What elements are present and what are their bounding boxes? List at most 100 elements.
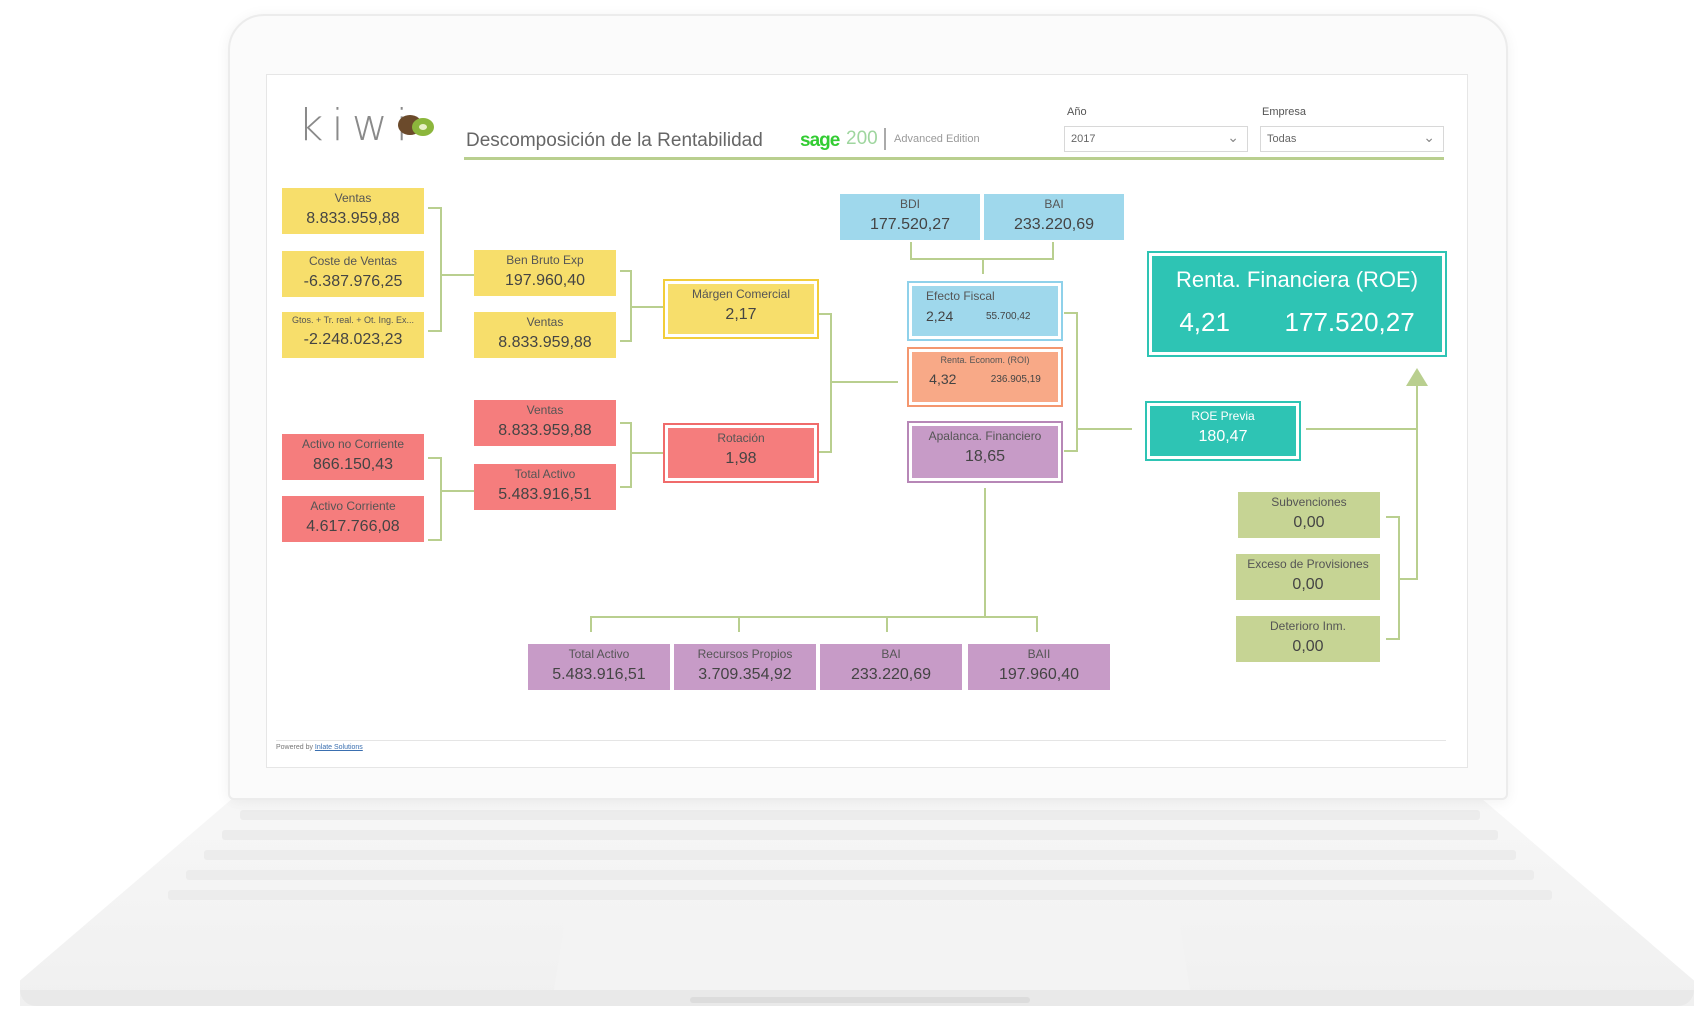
connector [1078,428,1132,430]
chevron-down-icon: ⌄ [1227,129,1239,145]
kpi-label: Apalanca. Financiero [928,429,1042,443]
kpi-label: Renta. Econom. (ROI) [940,355,1030,365]
year-select[interactable]: 2017 ⌄ [1064,126,1248,152]
sage-edition: Advanced Edition [894,133,980,145]
connector [632,452,664,454]
kpi-value: 2,17 [725,306,757,324]
kpi-activo-corriente[interactable]: Activo Corriente 4.617.766,08 [282,496,424,542]
kpi-bdi[interactable]: BDI 177.520,27 [840,194,980,240]
kpi-label: Ventas [526,403,564,417]
trackpad [554,908,1190,990]
kpi-label: Total Activo [568,647,630,661]
sage-number: 200 [846,128,878,149]
connector [818,451,832,453]
kpi-value: 4,21 [1179,307,1230,338]
kpi-label: Recursos Propios [697,647,793,661]
kpi-value: 5.483.916,51 [552,666,646,684]
kpi-label: Márgen Comercial [691,287,791,301]
kpi-margen-comercial[interactable]: Márgen Comercial 2,17 [663,279,819,339]
kpi-value: 4,32 [929,370,957,387]
connector [428,330,442,332]
kpi-ventas-3[interactable]: Ventas 8.833.959,88 [474,400,616,446]
connector [984,488,986,618]
kpi-efecto-fiscal[interactable]: Efecto Fiscal 2,24 55.700,42 [907,281,1063,341]
kpi-label: Gtos. + Tr. real. + Ot. Ing. Ex... [291,315,415,325]
kpi-label: Exceso de Provisiones [1247,557,1369,571]
kpi-bai-bottom[interactable]: BAI 233.220,69 [820,644,962,690]
connector [442,274,474,276]
kpi-ventas[interactable]: Ventas 8.833.959,88 [282,188,424,234]
connector [832,381,898,383]
kpi-total-activo-2[interactable]: Total Activo 5.483.916,51 [528,644,670,690]
connector [1036,616,1038,632]
connector [590,616,1038,618]
kpi-total-activo[interactable]: Total Activo 5.483.916,51 [474,464,616,510]
keyboard-row [168,890,1552,900]
connector [982,258,984,274]
laptop-notch [690,997,1030,1003]
kpi-value: 180,47 [1198,428,1248,446]
connector [1076,312,1078,452]
kpi-renta-econom[interactable]: Renta. Econom. (ROI) 4,32 236.905,19 [907,347,1063,407]
connector [428,539,442,541]
page-title: Descomposición de la Rentabilidad [466,130,763,151]
kpi-value: 177.520,27 [869,216,951,234]
connector [886,616,888,632]
company-label: Empresa [1262,106,1307,118]
kpi-value: 4.617.766,08 [306,518,400,536]
kpi-value: 233.220,69 [850,666,932,684]
keyboard-row [186,870,1534,880]
kpi-baii[interactable]: BAII 197.960,40 [968,644,1110,690]
stage: kiwi Descomposición de la Rentabilidad s… [0,0,1694,1011]
kpi-roe-previa[interactable]: ROE Previa 180,47 [1145,401,1301,461]
kpi-value: 5.483.916,51 [498,486,592,504]
kpi-apalancamiento[interactable]: Apalanca. Financiero 18,65 [907,421,1063,483]
connector [440,457,442,541]
kpi-ben-bruto[interactable]: Ben Bruto Exp 197.960,40 [474,250,616,296]
kpi-values: 4,32 236.905,19 [912,370,1058,387]
kpi-label: ROE Previa [1191,409,1255,423]
kpi-recursos-propios[interactable]: Recursos Propios 3.709.354,92 [674,644,816,690]
year-value: 2017 [1071,133,1096,145]
connector [620,486,632,488]
kpi-label: Activo Corriente [310,499,396,513]
kpi-value-2: 177.520,27 [1284,307,1415,338]
kpi-value: 233.220,69 [1013,216,1095,234]
kpi-value-2: 55.700,42 [986,311,1031,323]
kpi-exceso-provisiones[interactable]: Exceso de Provisiones 0,00 [1236,554,1380,600]
kiwi-fruit-icon [398,115,434,136]
company-value: Todas [1267,133,1297,145]
kpi-roe[interactable]: Renta. Financiera (ROE) 4,21 177.520,27 [1147,251,1447,357]
arrow-up-icon [1406,368,1428,386]
kpi-value: 18,65 [964,448,1006,466]
kpi-ventas-2[interactable]: Ventas 8.833.959,88 [474,312,616,358]
kpi-label: Deterioro Inm. [1269,619,1347,633]
sage-logo: sage [800,130,840,151]
kpi-value: 0,00 [1292,576,1324,594]
kpi-value: 3.709.354,92 [698,666,792,684]
kpi-value: 8.833.959,88 [498,422,592,440]
kpi-label: Total Activo [514,467,576,481]
connector [1416,380,1418,580]
connector [440,207,442,332]
kpi-label: Ventas [334,191,372,205]
kpi-coste-ventas[interactable]: Coste de Ventas -6.387.976,25 [282,251,424,297]
year-label: Año [1067,106,1087,118]
company-select[interactable]: Todas ⌄ [1260,126,1444,152]
connector [442,490,474,492]
kpi-gastos[interactable]: Gtos. + Tr. real. + Ot. Ing. Ex... -2.24… [282,312,424,358]
kpi-deterioro[interactable]: Deterioro Inm. 0,00 [1236,616,1380,662]
kpi-values: 2,24 55.700,42 [926,308,1058,324]
kpi-bai-top[interactable]: BAI 233.220,69 [984,194,1124,240]
connector [1400,578,1418,580]
footer-link[interactable]: Inlate Solutions [315,744,363,751]
kpi-activo-no-corriente[interactable]: Activo no Corriente 866.150,43 [282,434,424,480]
footer-text: Powered by [276,744,313,751]
connector [632,306,664,308]
connector [1064,450,1078,452]
kpi-label: Coste de Ventas [308,254,398,268]
keyboard-row [240,810,1480,820]
kpi-value-2: 236.905,19 [990,373,1041,385]
kpi-rotacion[interactable]: Rotación 1,98 [663,423,819,483]
kpi-subvenciones[interactable]: Subvenciones 0,00 [1238,492,1380,538]
